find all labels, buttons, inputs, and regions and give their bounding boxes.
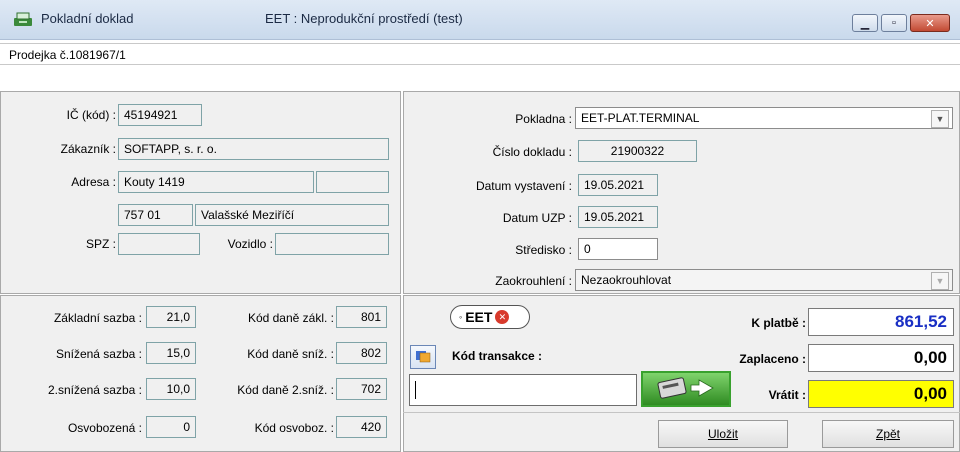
base-rate-field[interactable]: 21,0 bbox=[146, 306, 196, 328]
paid-label: Zaplaceno : bbox=[739, 352, 806, 366]
code-reduced-label: Kód daně sníž. : bbox=[247, 347, 334, 361]
back-label: Zpět bbox=[875, 427, 900, 441]
document-subtitle-bar: Prodejka č.1081967/1 bbox=[0, 43, 960, 65]
eet-environment-label: EET : Neprodukční prostředí (test) bbox=[265, 11, 463, 26]
street-field[interactable]: Kouty 1419 bbox=[118, 171, 314, 193]
code-reduced-field[interactable]: 802 bbox=[336, 342, 387, 364]
cash-register-icon bbox=[13, 11, 33, 27]
reduced-rate-field[interactable]: 15,0 bbox=[146, 342, 196, 364]
customer-field[interactable]: SOFTAPP, s. r. o. bbox=[118, 138, 389, 160]
exempt-rate-label: Osvobozená : bbox=[67, 421, 142, 435]
base-rate-label: Základní sazba : bbox=[53, 311, 142, 325]
save-button[interactable]: Uložit bbox=[658, 420, 788, 448]
city-field[interactable]: Valašské Meziříčí bbox=[195, 204, 389, 226]
exempt-rate-field[interactable]: 0 bbox=[146, 416, 196, 438]
vehicle-field[interactable] bbox=[275, 233, 389, 255]
pokladna-select[interactable]: EET-PLAT.TERMINAL ▼ bbox=[575, 107, 953, 129]
code-reduced2-field[interactable]: 702 bbox=[336, 378, 387, 400]
window-title: Pokladní doklad bbox=[41, 11, 134, 26]
customer-label: Zákazník : bbox=[60, 142, 116, 156]
minimize-icon: ▁ bbox=[860, 17, 870, 30]
maximize-icon: ▫ bbox=[892, 17, 896, 29]
code-exempt-label: Kód osvoboz. : bbox=[254, 421, 334, 435]
document-subtitle: Prodejka č.1081967/1 bbox=[9, 48, 126, 62]
reduced2-rate-field[interactable]: 10,0 bbox=[146, 378, 196, 400]
maximize-button[interactable]: ▫ bbox=[881, 14, 907, 32]
transaction-label: Kód transakce : bbox=[452, 349, 543, 363]
return-label: Vrátit : bbox=[768, 388, 806, 402]
ic-label: IČ (kód) : bbox=[66, 108, 116, 122]
spz-field[interactable] bbox=[118, 233, 200, 255]
eet-error-icon: ✕ bbox=[495, 310, 510, 324]
button-separator bbox=[403, 412, 960, 413]
minimize-button[interactable]: ▁ bbox=[852, 14, 878, 32]
transaction-input[interactable] bbox=[409, 374, 637, 406]
to-pay-label: K platbě : bbox=[751, 316, 806, 330]
uzp-date-field[interactable]: 19.05.2021 bbox=[578, 206, 658, 228]
copy-icon bbox=[415, 349, 431, 366]
title-bar: Pokladní doklad EET : Neprodukční prostř… bbox=[0, 0, 960, 40]
rounding-label: Zaokrouhlení : bbox=[495, 274, 572, 288]
address-label: Adresa : bbox=[71, 175, 116, 189]
to-pay-value: 861,52 bbox=[808, 308, 954, 336]
save-label: Uložit bbox=[707, 427, 738, 441]
rounding-select[interactable]: Nezaokrouhlovat ▼ bbox=[575, 269, 953, 291]
code-base-field[interactable]: 801 bbox=[336, 306, 387, 328]
doc-number-field[interactable]: 21900322 bbox=[578, 140, 697, 162]
code-base-label: Kód daně zákl. : bbox=[247, 311, 334, 325]
street-extra-field[interactable] bbox=[316, 171, 389, 193]
back-button[interactable]: Zpět bbox=[822, 420, 954, 448]
chevron-down-icon[interactable]: ▼ bbox=[931, 272, 949, 290]
uzp-label: Datum UZP : bbox=[502, 211, 572, 225]
vehicle-label: Vozidlo : bbox=[227, 237, 273, 251]
code-exempt-field[interactable]: 420 bbox=[336, 416, 387, 438]
code-reduced2-label: Kód daně 2.sníž. : bbox=[237, 383, 334, 397]
paid-field[interactable]: 0,00 bbox=[808, 344, 954, 372]
eet-badge-text: EET bbox=[465, 309, 493, 325]
return-value: 0,00 bbox=[808, 380, 954, 408]
rounding-value: Nezaokrouhlovat bbox=[581, 273, 672, 287]
close-button[interactable]: ✕ bbox=[910, 14, 950, 32]
reduced2-rate-label: 2.snížená sazba : bbox=[47, 383, 142, 397]
zip-field[interactable]: 757 01 bbox=[118, 204, 193, 226]
issue-date-field[interactable]: 19.05.2021 bbox=[578, 174, 658, 196]
text-cursor bbox=[415, 381, 416, 399]
pokladna-label: Pokladna : bbox=[515, 112, 572, 126]
pokladna-value: EET-PLAT.TERMINAL bbox=[581, 111, 700, 125]
ic-field[interactable]: 45194921 bbox=[118, 104, 202, 126]
reduced-rate-label: Snížená sazba : bbox=[55, 347, 142, 361]
issue-date-label: Datum vystavení : bbox=[475, 179, 572, 193]
eet-arrow-icon: ◦ bbox=[459, 312, 463, 322]
street-text: Kouty 1419 bbox=[124, 175, 185, 189]
close-icon: ✕ bbox=[925, 17, 935, 30]
spz-label: SPZ : bbox=[85, 237, 116, 251]
transaction-copy-button[interactable] bbox=[410, 345, 436, 369]
doc-number-label: Číslo dokladu : bbox=[492, 145, 572, 159]
eet-badge[interactable]: ◦ EET ✕ bbox=[450, 305, 530, 329]
center-field[interactable]: 0 bbox=[578, 238, 658, 260]
center-label: Středisko : bbox=[515, 243, 572, 257]
chevron-down-icon[interactable]: ▼ bbox=[931, 110, 949, 128]
